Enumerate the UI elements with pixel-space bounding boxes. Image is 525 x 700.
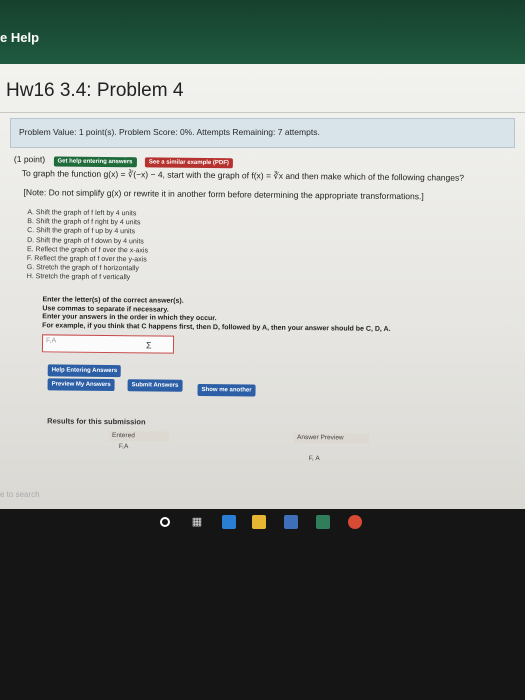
edge-icon[interactable] xyxy=(222,515,236,529)
problem-value-text: Problem Value: 1 point(s). Problem Score… xyxy=(19,127,195,137)
answer-preview-value: F, A xyxy=(308,455,320,463)
problem-page: Hw16 3.4: Problem 4 Problem Value: 1 poi… xyxy=(0,64,525,509)
similar-example-link[interactable]: See a similar example (PDF) xyxy=(144,157,233,169)
help-entering-link[interactable]: Get help entering answers xyxy=(53,156,137,168)
show-another-button[interactable]: Show me another xyxy=(197,383,256,397)
problem-info-box: Problem Value: 1 point(s). Problem Score… xyxy=(10,118,515,148)
points-label: (1 point) xyxy=(13,154,46,165)
option-h: H. Stretch the graph of f vertically xyxy=(26,273,131,282)
task-view-icon[interactable]: ▦ xyxy=(190,515,204,529)
store-icon[interactable] xyxy=(284,515,298,529)
app-icon[interactable] xyxy=(316,515,330,529)
problem-content: (1 point) Get help entering answers See … xyxy=(14,154,519,462)
entered-value: F,A xyxy=(118,443,129,451)
submit-answers-button[interactable]: Submit Answers xyxy=(127,379,183,392)
help-menu[interactable]: e Help xyxy=(0,30,39,45)
page-title: Hw16 3.4: Problem 4 xyxy=(6,80,184,101)
note-text: [Note: Do not simplify g(x) or rewrite i… xyxy=(23,187,424,202)
entered-header: Entered xyxy=(108,431,170,442)
help-entering-answers-button[interactable]: Help Entering Answers xyxy=(47,364,122,378)
question-text: To graph the function g(x) = ∛(−x) − 4, … xyxy=(21,168,465,183)
results-table: Entered Answer Preview F,A F, A xyxy=(49,430,519,462)
attempts-remaining: Attempts Remaining: 7 attempts. xyxy=(196,127,320,137)
answer-input[interactable]: F,A xyxy=(41,334,175,354)
preview-answers-button[interactable]: Preview My Answers xyxy=(47,378,115,392)
answer-preview-header: Answer Preview xyxy=(293,432,370,444)
os-taskbar: ▦ xyxy=(0,509,525,700)
instructions: Enter the letter(s) of the correct answe… xyxy=(42,296,391,334)
file-explorer-icon[interactable] xyxy=(252,515,266,529)
taskbar-search[interactable]: e to search xyxy=(0,490,40,499)
chrome-icon[interactable] xyxy=(348,515,362,529)
options-list: A. Shift the graph of f left by 4 units … xyxy=(27,208,149,283)
browser-top-bar: e Help xyxy=(0,0,525,64)
results-title: Results for this submission xyxy=(47,416,146,427)
cortana-icon[interactable] xyxy=(160,517,170,527)
title-divider xyxy=(0,112,525,113)
problem-header-row: (1 point) Get help entering answers See … xyxy=(13,154,239,169)
equation-editor-icon[interactable]: Σ xyxy=(146,340,152,350)
